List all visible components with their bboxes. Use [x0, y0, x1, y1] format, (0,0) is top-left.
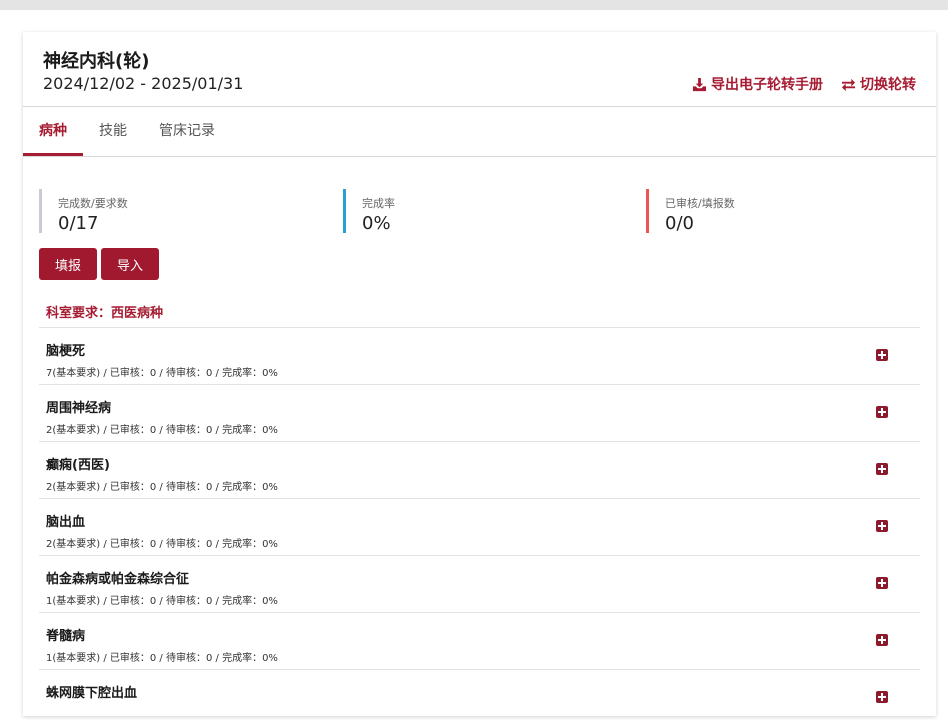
import-button[interactable]: 导入	[101, 248, 159, 280]
section-title: 科室要求：西医病种	[46, 306, 164, 321]
add-record-icon[interactable]	[876, 349, 888, 361]
disease-detail: 2(基本要求) / 已审核：0 / 待审核：0 / 完成率：0%	[46, 425, 278, 436]
export-manual-label: 导出电子轮转手册	[711, 77, 823, 93]
disease-list: 脑梗死 7(基本要求) / 已审核：0 / 待审核：0 / 完成率：0% 周围神…	[39, 327, 920, 716]
stat-rate-label: 完成率	[362, 197, 395, 210]
disease-name: 脊髓病	[46, 629, 86, 644]
list-item: 帕金森病或帕金森综合征 1(基本要求) / 已审核：0 / 待审核：0 / 完成…	[39, 555, 920, 612]
add-record-icon[interactable]	[876, 634, 888, 646]
stat-completed-value: 0/17	[58, 213, 99, 234]
stats-panel: 完成数/要求数 0/17 完成率 0% 已审核/填报数 0/0	[39, 189, 919, 234]
add-record-icon[interactable]	[876, 406, 888, 418]
stat-completed: 完成数/要求数 0/17	[39, 189, 128, 234]
stat-reviewed: 已审核/填报数 0/0	[646, 189, 735, 234]
tab-diseases[interactable]: 病种	[23, 107, 83, 156]
list-item: 脊髓病 1(基本要求) / 已审核：0 / 待审核：0 / 完成率：0%	[39, 612, 920, 669]
disease-name: 癫痫(西医)	[46, 458, 110, 473]
stat-reviewed-value: 0/0	[665, 213, 694, 234]
page-title: 神经内科(轮)	[43, 51, 150, 72]
list-item: 脑梗死 7(基本要求) / 已审核：0 / 待审核：0 / 完成率：0%	[39, 327, 920, 384]
stat-rate-value: 0%	[362, 213, 391, 234]
stat-completed-label: 完成数/要求数	[58, 197, 128, 210]
header-actions: 导出电子轮转手册 切换轮转	[692, 74, 916, 94]
list-item: 周围神经病 2(基本要求) / 已审核：0 / 待审核：0 / 完成率：0%	[39, 384, 920, 441]
date-range: 2024/12/02 - 2025/01/31	[43, 74, 244, 93]
action-buttons: 填报 导入	[39, 248, 159, 280]
disease-detail: 2(基本要求) / 已审核：0 / 待审核：0 / 完成率：0%	[46, 482, 278, 493]
list-item: 癫痫(西医) 2(基本要求) / 已审核：0 / 待审核：0 / 完成率：0%	[39, 441, 920, 498]
stat-rate: 完成率 0%	[343, 189, 395, 234]
disease-detail: 1(基本要求) / 已审核：0 / 待审核：0 / 完成率：0%	[46, 596, 278, 607]
top-bar	[0, 0, 948, 10]
add-record-icon[interactable]	[876, 520, 888, 532]
add-record-icon[interactable]	[876, 577, 888, 589]
disease-name: 脑梗死	[46, 344, 86, 359]
switch-rotation-button[interactable]: 切换轮转	[841, 74, 916, 94]
switch-icon	[841, 78, 856, 91]
download-icon	[692, 77, 707, 91]
disease-detail: 2(基本要求) / 已审核：0 / 待审核：0 / 完成率：0%	[46, 539, 278, 550]
fill-report-button[interactable]: 填报	[39, 248, 97, 280]
tab-bed-records[interactable]: 管床记录	[151, 107, 223, 156]
export-manual-button[interactable]: 导出电子轮转手册	[692, 74, 823, 94]
disease-detail: 7(基本要求) / 已审核：0 / 待审核：0 / 完成率：0%	[46, 368, 278, 379]
list-item: 蛛网膜下腔出血	[39, 669, 920, 716]
list-item: 脑出血 2(基本要求) / 已审核：0 / 待审核：0 / 完成率：0%	[39, 498, 920, 555]
add-record-icon[interactable]	[876, 691, 888, 703]
disease-detail: 1(基本要求) / 已审核：0 / 待审核：0 / 完成率：0%	[46, 653, 278, 664]
switch-rotation-label: 切换轮转	[860, 77, 916, 93]
tab-skills[interactable]: 技能	[89, 107, 137, 156]
disease-name: 脑出血	[46, 515, 86, 530]
disease-name: 周围神经病	[46, 401, 112, 416]
tab-bar: 病种 技能 管床记录	[23, 107, 936, 157]
rotation-card: 神经内科(轮) 2024/12/02 - 2025/01/31 导出电子轮转手册…	[23, 32, 936, 716]
disease-name: 蛛网膜下腔出血	[46, 686, 138, 701]
stat-reviewed-label: 已审核/填报数	[665, 197, 735, 210]
disease-name: 帕金森病或帕金森综合征	[46, 572, 190, 587]
add-record-icon[interactable]	[876, 463, 888, 475]
